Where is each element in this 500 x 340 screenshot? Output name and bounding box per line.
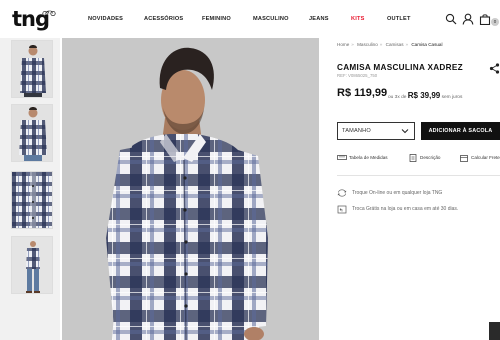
ruler-icon xyxy=(337,155,347,160)
model-photo xyxy=(62,38,319,340)
cart-count-badge: 0 xyxy=(491,18,499,26)
installments-prefix: ou 3x de xyxy=(388,95,407,100)
free-exchange-text: Troca Grátis na loja ou em casa em até 3… xyxy=(352,206,459,212)
thumbnail-gallery xyxy=(0,38,60,340)
tng-logo[interactable]: tng xyxy=(12,8,56,30)
exchange-text: Troque On-line ou em qualquer loja TNG xyxy=(352,190,443,196)
site-header: tng NOVIDADES ACESSÓRIOS FEMININO MASCUL… xyxy=(0,0,500,38)
search-icon[interactable] xyxy=(445,13,457,25)
breadcrumb-masculino[interactable]: Masculino xyxy=(357,42,378,47)
product-ref: REF: V0865025_750 xyxy=(337,73,378,78)
chevron-down-icon xyxy=(401,129,409,134)
share-icon[interactable] xyxy=(489,63,500,74)
nav-jeans[interactable]: JEANS xyxy=(309,16,329,22)
installment-value: R$ 39,99 xyxy=(407,91,441,100)
breadcrumb-camisas[interactable]: Camisas xyxy=(386,42,404,47)
thumbnail-image xyxy=(12,237,52,293)
thumbnail-3[interactable] xyxy=(11,171,53,229)
thumbnail-image xyxy=(12,41,52,97)
nav-acessorios[interactable]: ACESSÓRIOS xyxy=(144,16,183,22)
thumbnail-2[interactable] xyxy=(11,104,53,162)
size-select[interactable]: TAMANHO xyxy=(337,122,415,140)
breadcrumb-current: Camisa Casual xyxy=(411,42,443,47)
add-to-bag-button[interactable]: ADICIONAR À SACOLA xyxy=(421,122,500,140)
nav-feminino[interactable]: FEMININO xyxy=(202,16,231,22)
shipping-label: Calcular Frete xyxy=(471,155,500,160)
thumbnail-image xyxy=(12,105,52,161)
chat-widget-button[interactable] xyxy=(489,322,500,340)
installments-suffix: sem juros xyxy=(441,95,463,100)
product-title: CAMISA MASCULINA XADREZ xyxy=(337,63,463,72)
installments-info: ou 3x de R$ 39,99 sem juros xyxy=(388,91,462,100)
thumbnail-1[interactable] xyxy=(11,40,53,98)
thumbnail-image xyxy=(12,172,52,228)
user-icon[interactable] xyxy=(462,13,474,25)
product-price: R$ 119,99 xyxy=(337,87,388,99)
description-label: Descrição xyxy=(420,155,441,160)
main-product-image[interactable] xyxy=(62,38,319,340)
store-return-icon xyxy=(337,205,347,214)
product-info-panel: Home» Masculino» Camisas» Camisa Casual … xyxy=(330,38,500,340)
exchange-icon xyxy=(337,189,347,197)
size-select-label: TAMANHO xyxy=(342,128,371,134)
nav-kits[interactable]: KITS xyxy=(351,16,365,22)
breadcrumb: Home» Masculino» Camisas» Camisa Casual xyxy=(337,42,443,47)
size-table-label: Tabela de Medidas xyxy=(349,155,388,160)
breadcrumb-home[interactable]: Home xyxy=(337,42,349,47)
bag-icon[interactable] xyxy=(479,13,491,25)
document-icon xyxy=(409,154,417,162)
nav-novidades[interactable]: NOVIDADES xyxy=(88,16,123,22)
logo-bicycle-icon xyxy=(42,10,56,16)
thumbnail-4[interactable] xyxy=(11,236,53,294)
product-links: Tabela de Medidas Descrição Calcular Fre… xyxy=(337,154,500,162)
nav-outlet[interactable]: OUTLET xyxy=(387,16,411,22)
box-icon xyxy=(460,155,468,162)
divider xyxy=(337,175,500,176)
nav-masculino[interactable]: MASCULINO xyxy=(253,16,289,22)
